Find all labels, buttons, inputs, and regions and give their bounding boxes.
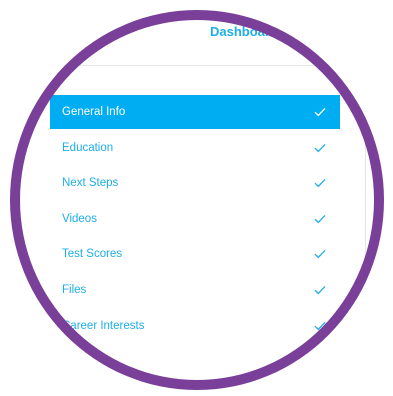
menu-item-videos[interactable]: Videos xyxy=(50,202,340,236)
top-navigation-bar: o Dashboard xyxy=(10,10,384,66)
check-icon xyxy=(310,102,330,122)
menu-item-label: Files xyxy=(62,283,87,296)
check-icon xyxy=(310,173,330,193)
content-panel-edge xyxy=(365,138,384,339)
menu-item-education[interactable]: Education xyxy=(50,131,340,165)
menu-item-label: Test Scores xyxy=(62,248,123,261)
menu-item-next-steps[interactable]: Next Steps xyxy=(50,166,340,200)
menu-item-label: Next Steps xyxy=(62,177,119,190)
menu-item-files[interactable]: Files xyxy=(50,273,340,307)
logo: o xyxy=(105,22,115,39)
menu-item-label: Videos xyxy=(62,212,97,225)
menu-item-career-interests[interactable]: Career Interests xyxy=(50,309,340,343)
profile-sections-menu: General Info Education Next Steps Videos… xyxy=(50,95,340,344)
check-icon xyxy=(310,280,330,300)
menu-item-test-scores[interactable]: Test Scores xyxy=(50,237,340,271)
check-icon xyxy=(310,209,330,229)
menu-item-label: Education xyxy=(62,141,114,154)
menu-item-general-info[interactable]: General Info xyxy=(50,95,340,129)
nav-link-dashboard[interactable]: Dashboard xyxy=(210,24,278,39)
menu-item-label: General Info xyxy=(62,106,126,118)
menu-item-label: Career Interests xyxy=(62,319,145,332)
check-icon xyxy=(310,138,330,158)
check-icon xyxy=(310,316,330,336)
check-icon xyxy=(310,244,330,264)
circular-crop-frame: o Dashboard General Info Education Next … xyxy=(10,10,384,390)
